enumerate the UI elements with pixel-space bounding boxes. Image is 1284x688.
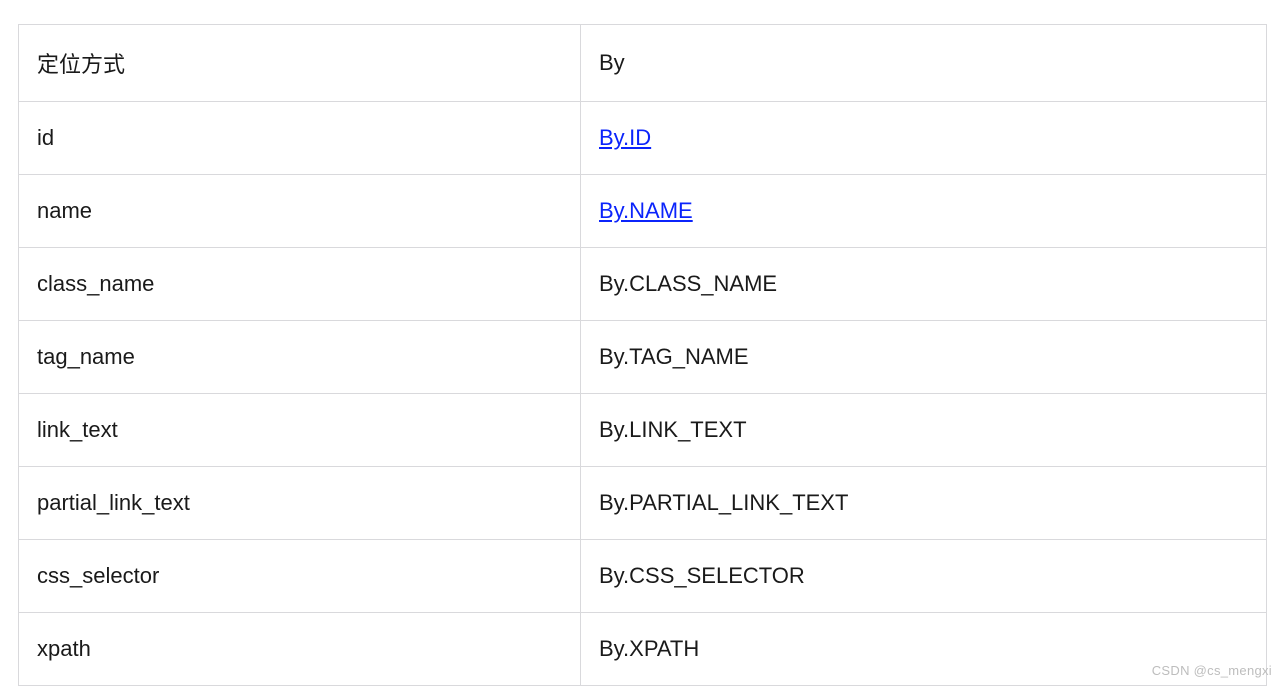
method-cell: name: [19, 175, 581, 248]
table-row: class_name By.CLASS_NAME: [19, 248, 1267, 321]
by-link[interactable]: By.ID: [599, 125, 651, 150]
by-link[interactable]: By.NAME: [599, 198, 693, 223]
method-cell: class_name: [19, 248, 581, 321]
method-cell: partial_link_text: [19, 467, 581, 540]
method-cell: id: [19, 102, 581, 175]
header-by: By: [581, 25, 1267, 102]
table-row: css_selector By.CSS_SELECTOR: [19, 540, 1267, 613]
table-row: xpath By.XPATH: [19, 613, 1267, 686]
method-cell: css_selector: [19, 540, 581, 613]
table-row: partial_link_text By.PARTIAL_LINK_TEXT: [19, 467, 1267, 540]
table-row: tag_name By.TAG_NAME: [19, 321, 1267, 394]
table-row: id By.ID: [19, 102, 1267, 175]
by-cell: By.TAG_NAME: [581, 321, 1267, 394]
by-cell: By.NAME: [581, 175, 1267, 248]
method-cell: link_text: [19, 394, 581, 467]
by-cell: By.CLASS_NAME: [581, 248, 1267, 321]
table-header-row: 定位方式 By: [19, 25, 1267, 102]
by-cell: By.ID: [581, 102, 1267, 175]
watermark: CSDN @cs_mengxi: [1152, 663, 1272, 678]
table-row: name By.NAME: [19, 175, 1267, 248]
locator-table: 定位方式 By id By.ID name By.NAME class_name…: [18, 24, 1267, 686]
method-cell: tag_name: [19, 321, 581, 394]
by-cell: By.LINK_TEXT: [581, 394, 1267, 467]
method-cell: xpath: [19, 613, 581, 686]
table-row: link_text By.LINK_TEXT: [19, 394, 1267, 467]
by-cell: By.PARTIAL_LINK_TEXT: [581, 467, 1267, 540]
by-cell: By.CSS_SELECTOR: [581, 540, 1267, 613]
header-method: 定位方式: [19, 25, 581, 102]
